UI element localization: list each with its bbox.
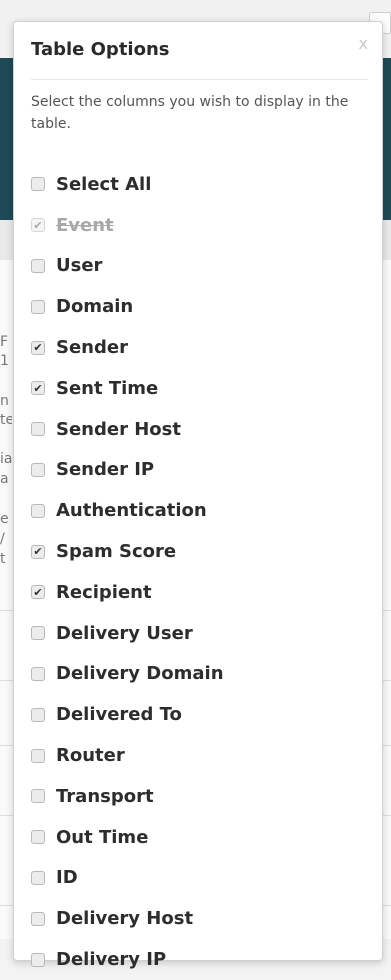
option-label: Recipient [56, 581, 152, 603]
background-text: / [0, 531, 5, 547]
checkbox-id[interactable] [31, 870, 45, 885]
option-event: ✔ Event [31, 205, 224, 246]
checkbox-transport[interactable] [31, 789, 45, 804]
popover-description: Select the columns you wish to display i… [31, 94, 349, 132]
background-text: te [0, 412, 12, 428]
option-label: Domain [56, 296, 134, 318]
checkbox-out-time[interactable] [31, 830, 45, 845]
background-text: e [0, 511, 9, 527]
close-icon[interactable]: x [359, 34, 368, 53]
option-label: Sender Host [56, 418, 181, 440]
option-label: Out Time [56, 826, 149, 848]
option-router[interactable]: Router [31, 735, 224, 776]
option-delivered-to[interactable]: Delivered To [31, 694, 224, 735]
option-label: Sender IP [56, 459, 155, 481]
background-text: 1 [0, 353, 9, 369]
option-label: Delivery Host [56, 908, 194, 930]
checkbox-recipient[interactable]: ✔ [31, 585, 45, 600]
option-label: Spam Score [56, 541, 177, 563]
checkbox-delivered-to[interactable] [31, 707, 45, 722]
option-delivery-user[interactable]: Delivery User [31, 613, 224, 654]
option-label: Sent Time [56, 377, 159, 399]
checkmark-icon: ✔ [33, 341, 43, 355]
option-sender-host[interactable]: Sender Host [31, 409, 224, 450]
option-label: Transport [56, 785, 154, 807]
option-sender[interactable]: ✔ Sender [31, 327, 224, 368]
checkbox-authentication[interactable] [31, 503, 45, 518]
option-sent-time[interactable]: ✔ Sent Time [31, 368, 224, 409]
column-options-list: Select All ✔ Event User Domain ✔ Sender ✔ Sent T… [31, 164, 224, 980]
option-spam-score[interactable]: ✔ Spam Score [31, 531, 224, 572]
background-text: ia [0, 451, 12, 467]
option-label: Sender [56, 337, 128, 359]
checkbox-delivery-domain[interactable] [31, 666, 45, 681]
checkbox-select-all[interactable] [31, 177, 45, 192]
checkmark-icon: ✔ [33, 585, 43, 599]
title-divider [31, 79, 368, 80]
option-label: Router [56, 745, 125, 767]
option-recipient[interactable]: ✔ Recipient [31, 572, 224, 613]
option-label: Delivered To [56, 704, 182, 726]
option-label: Delivery IP [56, 949, 167, 971]
checkmark-icon: ✔ [33, 218, 43, 232]
option-label: Delivery Domain [56, 663, 224, 685]
option-delivery-ip[interactable]: Delivery IP [31, 939, 224, 980]
background-text: F [0, 334, 9, 350]
checkbox-delivery-user[interactable] [31, 626, 45, 641]
checkbox-sender-ip[interactable] [31, 462, 45, 477]
checkbox-user[interactable] [31, 258, 45, 273]
option-label: Authentication [56, 500, 207, 522]
checkbox-spam-score[interactable]: ✔ [31, 544, 45, 559]
checkbox-sent-time[interactable]: ✔ [31, 381, 45, 396]
option-delivery-host[interactable]: Delivery Host [31, 898, 224, 939]
option-delivery-domain[interactable]: Delivery Domain [31, 654, 224, 695]
option-sender-ip[interactable]: Sender IP [31, 450, 224, 491]
option-authentication[interactable]: Authentication [31, 490, 224, 531]
option-label: ID [56, 867, 78, 889]
table-options-popover: Table Options x Select the columns you w… [13, 21, 383, 970]
option-domain[interactable]: Domain [31, 286, 224, 327]
option-user[interactable]: User [31, 246, 224, 287]
checkmark-icon: ✔ [33, 545, 43, 559]
option-id[interactable]: ID [31, 858, 224, 899]
checkbox-sender-host[interactable] [31, 422, 45, 437]
checkmark-icon: ✔ [33, 381, 43, 395]
option-out-time[interactable]: Out Time [31, 817, 224, 858]
option-select-all[interactable]: Select All [31, 164, 224, 205]
option-label: User [56, 255, 103, 277]
checkbox-event: ✔ [31, 218, 45, 233]
checkbox-sender[interactable]: ✔ [31, 340, 45, 355]
popover-title: Table Options [31, 39, 170, 60]
option-label: Select All [56, 173, 152, 195]
option-transport[interactable]: Transport [31, 776, 224, 817]
option-label: Event [56, 214, 114, 236]
checkbox-delivery-ip[interactable] [31, 952, 45, 967]
checkbox-delivery-host[interactable] [31, 911, 45, 926]
background-text: a [0, 471, 9, 487]
background-text: t [0, 551, 6, 567]
checkbox-domain[interactable] [31, 299, 45, 314]
checkbox-router[interactable] [31, 748, 45, 763]
background-text: n [0, 393, 9, 409]
option-label: Delivery User [56, 622, 193, 644]
